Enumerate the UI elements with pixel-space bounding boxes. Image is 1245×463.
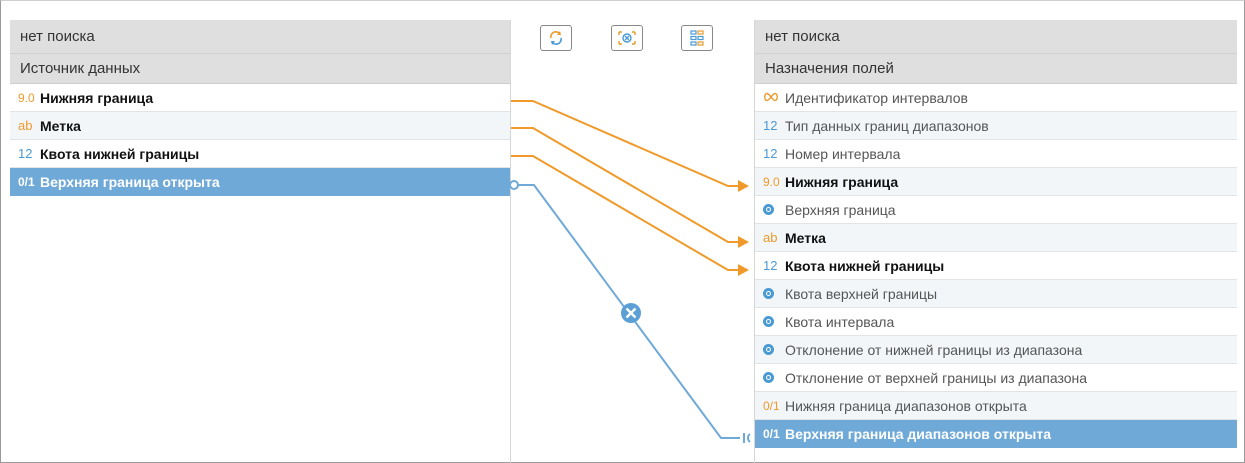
clear-mapping-icon (618, 31, 636, 45)
auto-map-icon (550, 31, 562, 45)
decimal-type-icon: 9.0 (763, 174, 780, 189)
target-header: Назначения полей (755, 54, 1237, 83)
layout-button[interactable] (681, 25, 713, 51)
source-row-label: Метка (40, 117, 81, 134)
target-row-label: Квота верхней границы (785, 285, 938, 302)
target-search-text: нет поиска (765, 28, 840, 45)
source-row-label: Квота нижней границы (40, 145, 200, 162)
target-row-label: Верхняя граница (785, 201, 896, 218)
layout-icon (690, 30, 704, 46)
id-infinity-icon (763, 90, 785, 105)
target-row[interactable]: Идентификатор интервалов (755, 84, 1237, 112)
target-row[interactable]: 9.0 Нижняя граница (755, 168, 1237, 196)
target-search[interactable]: нет поиска (755, 20, 1237, 53)
integer-type-icon: 12 (763, 118, 778, 133)
target-row[interactable]: 12 Номер интервала (755, 140, 1237, 168)
target-row-label: Отклонение от нижней границы из диапазон… (785, 341, 1083, 358)
calculated-icon (763, 288, 774, 299)
target-row-label: Нижняя граница (785, 173, 899, 190)
text-type-icon: ab (763, 230, 778, 245)
source-panel: нет поиска Источник данных 9.0 Нижняя гр… (10, 20, 511, 463)
integer-type-icon: 12 (763, 146, 778, 161)
source-row[interactable]: 9.0 Нижняя граница (10, 84, 510, 112)
source-search[interactable]: нет поиска (10, 20, 510, 53)
target-row[interactable]: 12 Квота нижней границы (755, 252, 1237, 280)
target-panel: нет поиска Назначения полей Идентификато… (754, 20, 1237, 463)
integer-type-icon: 12 (18, 146, 33, 161)
target-row-label: Метка (785, 229, 826, 246)
boolean-type-icon: 0/1 (763, 398, 780, 413)
source-row[interactable]: 12 Квота нижней границы (10, 140, 510, 168)
source-row[interactable]: ab Метка (10, 112, 510, 140)
target-row[interactable]: Отклонение от верхней границы из диапазо… (755, 364, 1237, 392)
target-row-selected[interactable]: 0/1 Верхняя граница диапазонов открыта (755, 420, 1237, 448)
target-row-label: Тип данных границ диапазонов (785, 117, 989, 134)
calculated-icon (763, 372, 774, 383)
target-row[interactable]: Квота интервала (755, 308, 1237, 336)
source-search-text: нет поиска (20, 28, 95, 45)
target-row-label: Нижняя граница диапазонов открыта (785, 397, 1027, 414)
source-row-label: Верхняя граница открыта (40, 173, 220, 190)
target-row-label: Квота нижней границы (785, 257, 945, 274)
target-row-label: Отклонение от верхней границы из диапазо… (785, 369, 1088, 386)
text-type-icon: ab (18, 118, 33, 133)
target-header-text: Назначения полей (765, 60, 894, 77)
source-row-selected[interactable]: 0/1 Верхняя граница открыта (10, 168, 510, 196)
target-row[interactable]: 12 Тип данных границ диапазонов (755, 112, 1237, 140)
target-row[interactable]: ab Метка (755, 224, 1237, 252)
target-row-label: Верхняя граница диапазонов открыта (785, 425, 1051, 442)
target-row[interactable]: Верхняя граница (755, 196, 1237, 224)
integer-type-icon: 12 (763, 258, 778, 273)
target-row-label: Идентификатор интервалов (785, 89, 968, 106)
target-row-label: Номер интервала (785, 145, 901, 162)
boolean-type-icon: 0/1 (763, 426, 780, 441)
source-header: Источник данных (10, 54, 510, 83)
auto-map-button[interactable] (540, 25, 572, 51)
target-row[interactable]: 0/1 Нижняя граница диапазонов открыта (755, 392, 1237, 420)
decimal-type-icon: 9.0 (18, 90, 35, 105)
clear-mapping-button[interactable] (611, 25, 643, 51)
calculated-icon (763, 204, 774, 215)
target-row-label: Квота интервала (785, 313, 895, 330)
source-header-text: Источник данных (20, 60, 141, 77)
target-row[interactable]: Квота верхней границы (755, 280, 1237, 308)
source-row-label: Нижняя граница (40, 89, 154, 106)
target-row[interactable]: Отклонение от нижней границы из диапазон… (755, 336, 1237, 364)
boolean-type-icon: 0/1 (18, 174, 35, 189)
calculated-icon (763, 316, 774, 327)
calculated-icon (763, 344, 774, 355)
